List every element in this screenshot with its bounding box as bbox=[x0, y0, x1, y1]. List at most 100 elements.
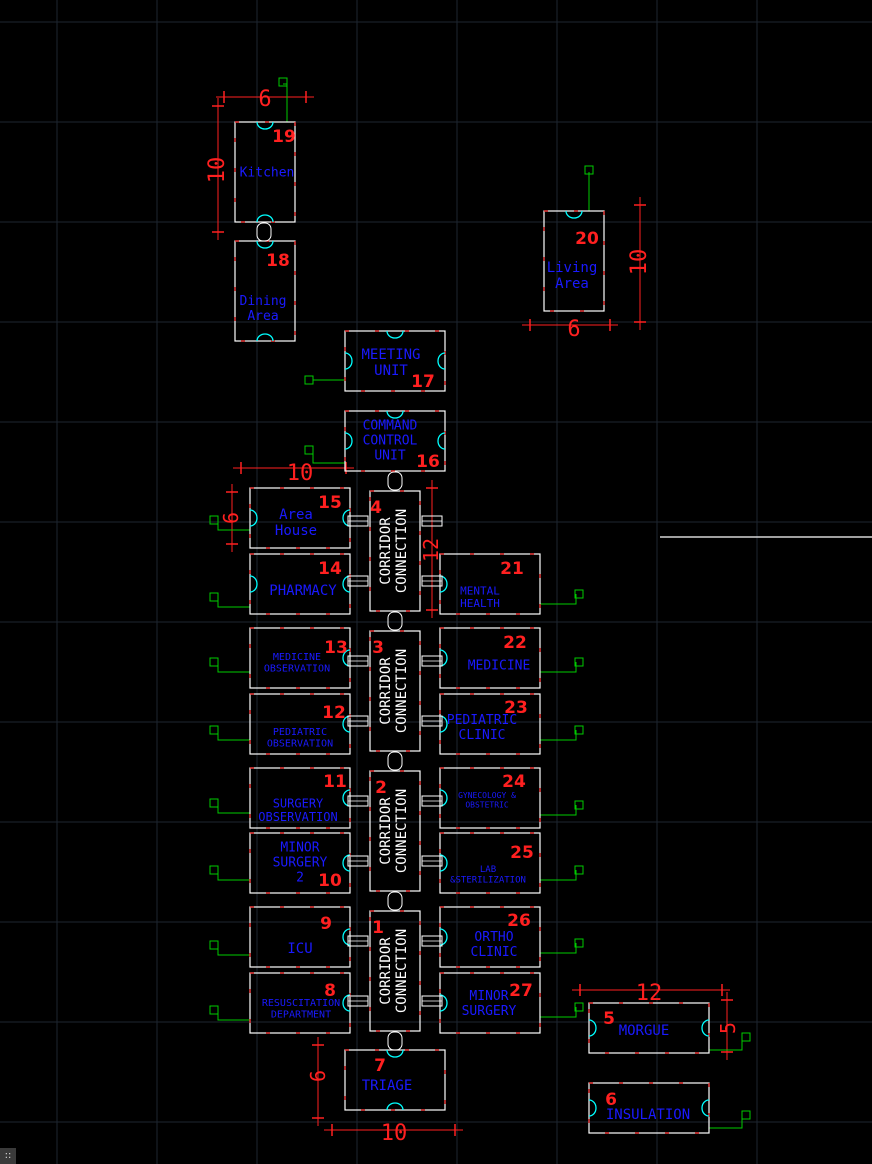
dim-kitchen-height: 10 bbox=[205, 157, 230, 184]
room-6-number: 6 bbox=[605, 1090, 617, 1110]
room-20-label-line: Area bbox=[555, 276, 589, 292]
corridor-1-label-line: CORRIDOR bbox=[378, 937, 394, 1005]
corridor-1-label-line: CONNECTION bbox=[394, 929, 410, 1013]
room-9-label-line: ICU bbox=[287, 941, 312, 957]
room-22-label-line: MEDICINE bbox=[468, 659, 531, 674]
utility-19-box bbox=[278, 77, 288, 87]
room-18-label-line: Area bbox=[247, 309, 278, 324]
room-16-number: 16 bbox=[416, 452, 440, 472]
corridor-3-number: 3 bbox=[372, 638, 384, 658]
utility-left-14-line bbox=[217, 597, 250, 608]
room-11-label-line: OBSERVATION bbox=[258, 810, 337, 824]
room-16-door-2 bbox=[386, 410, 404, 419]
room-24-door-0 bbox=[439, 789, 448, 807]
room-17-number: 17 bbox=[411, 372, 435, 392]
room-24-label-line: GYNECOLOGY & bbox=[458, 791, 516, 800]
utility-left-12-box bbox=[209, 725, 219, 735]
corridor-3-label-line: CORRIDOR bbox=[378, 657, 394, 725]
utility-17-box bbox=[304, 375, 314, 385]
room-9-dash bbox=[249, 906, 351, 968]
room-6-door-1 bbox=[701, 1099, 710, 1117]
room-16-door-0 bbox=[344, 432, 353, 450]
dim-triage-width: 10 bbox=[381, 1121, 408, 1146]
utility-left-8-box bbox=[209, 1005, 219, 1015]
room-25-label-line: &STERILIZATION bbox=[450, 875, 526, 885]
room-15-number: 15 bbox=[318, 493, 342, 513]
room-15-door-0 bbox=[342, 509, 351, 527]
dim-living-height: 10 bbox=[627, 249, 652, 276]
room-12-number: 12 bbox=[322, 703, 346, 723]
room-15-label-line: House bbox=[275, 523, 317, 539]
cad-grid bbox=[0, 0, 872, 1164]
link-1-7 bbox=[387, 1031, 403, 1051]
room-13-number: 13 bbox=[324, 638, 348, 658]
utility-6-box bbox=[741, 1110, 751, 1120]
room-14-door-0 bbox=[342, 575, 351, 593]
room-17-label-line: MEETING bbox=[361, 347, 420, 363]
text-layer: Kitchen19DiningArea18 LivingArea20MEETING… bbox=[205, 87, 740, 1146]
room-5-number: 5 bbox=[603, 1009, 615, 1029]
room-13-label-line: OBSERVATION bbox=[264, 663, 330, 674]
room-15-door-1 bbox=[249, 509, 258, 527]
room-12-label-line: OBSERVATION bbox=[267, 738, 333, 749]
link-16-4 bbox=[387, 471, 403, 491]
dim-triage-height: 6 bbox=[306, 1070, 330, 1082]
room-19-number: 19 bbox=[272, 127, 296, 147]
room-27-label-line: SURGERY bbox=[462, 1004, 517, 1019]
utility-right-22-line bbox=[540, 662, 577, 673]
floor-plan-canvas: Kitchen19DiningArea18 LivingArea20MEETING… bbox=[0, 0, 872, 1164]
room-18-door-1 bbox=[256, 333, 274, 342]
room-16-door-1 bbox=[437, 432, 446, 450]
utility-left-9-box bbox=[209, 940, 219, 950]
room-23-label-line: CLINIC bbox=[459, 728, 506, 743]
room-17-door-0 bbox=[344, 352, 353, 370]
corridor-4-label-line: CONNECTION bbox=[394, 509, 410, 593]
room-26-label-line: CLINIC bbox=[471, 945, 518, 960]
corridor-4-label-line: CORRIDOR bbox=[378, 517, 394, 585]
room-13-label-line: MEDICINE bbox=[273, 652, 321, 663]
utility-right-24-line bbox=[540, 805, 577, 816]
room-18-door-0 bbox=[256, 240, 274, 249]
room-17-door-1 bbox=[437, 352, 446, 370]
link-3-2 bbox=[387, 751, 403, 771]
room-8-number: 8 bbox=[324, 981, 336, 1001]
utility-left-13-line bbox=[217, 662, 250, 673]
room-16-label-line: CONTROL bbox=[363, 434, 418, 449]
corridor-2-number: 2 bbox=[375, 778, 387, 798]
room-5-label-line: MORGUE bbox=[619, 1023, 670, 1039]
room-9 bbox=[249, 906, 351, 968]
room-10-door-0 bbox=[342, 854, 351, 872]
utility-left-11-box bbox=[209, 798, 219, 808]
room-10-label-line: 2 bbox=[296, 871, 304, 886]
room-8-label-line: DEPARTMENT bbox=[271, 1009, 331, 1020]
room-14-door-1 bbox=[249, 575, 258, 593]
corridor-2-label-line: CONNECTION bbox=[394, 789, 410, 873]
utility-left-15-box bbox=[209, 515, 219, 525]
room-27-number: 27 bbox=[509, 981, 533, 1001]
room-6-door-0 bbox=[588, 1099, 597, 1117]
room-9-wall bbox=[249, 906, 351, 968]
dim-area-width: 10 bbox=[287, 461, 314, 486]
room-21-label-line: MENTAL bbox=[460, 585, 500, 598]
room-10-label-line: SURGERY bbox=[273, 856, 328, 871]
room-17-door-2 bbox=[386, 330, 404, 339]
room-11-number: 11 bbox=[323, 772, 347, 792]
dim-morgue-height: 5 bbox=[716, 1022, 740, 1034]
utility-left-9-line bbox=[217, 945, 250, 956]
room-26-door-0 bbox=[439, 928, 448, 946]
link-2-1 bbox=[387, 891, 403, 911]
room-19-door-0 bbox=[256, 121, 274, 130]
room-20-label-line: Living bbox=[547, 260, 598, 276]
status-badge[interactable]: :: bbox=[0, 1148, 16, 1164]
utility-19-line bbox=[283, 83, 288, 122]
room-7-label-line: TRIAGE bbox=[362, 1078, 413, 1094]
utility-left-12-line bbox=[217, 730, 250, 741]
room-25-label-line: LAB bbox=[480, 865, 496, 875]
room-20-door-0 bbox=[565, 210, 583, 219]
room-27-label-line: MINOR bbox=[469, 989, 508, 1004]
utility-5-line bbox=[709, 1037, 743, 1051]
link-19-18 bbox=[256, 222, 272, 242]
room-27-door-0 bbox=[439, 994, 448, 1012]
room-18-label-line: Dining bbox=[240, 294, 287, 309]
room-6-label-line: INSULATION bbox=[606, 1107, 690, 1123]
